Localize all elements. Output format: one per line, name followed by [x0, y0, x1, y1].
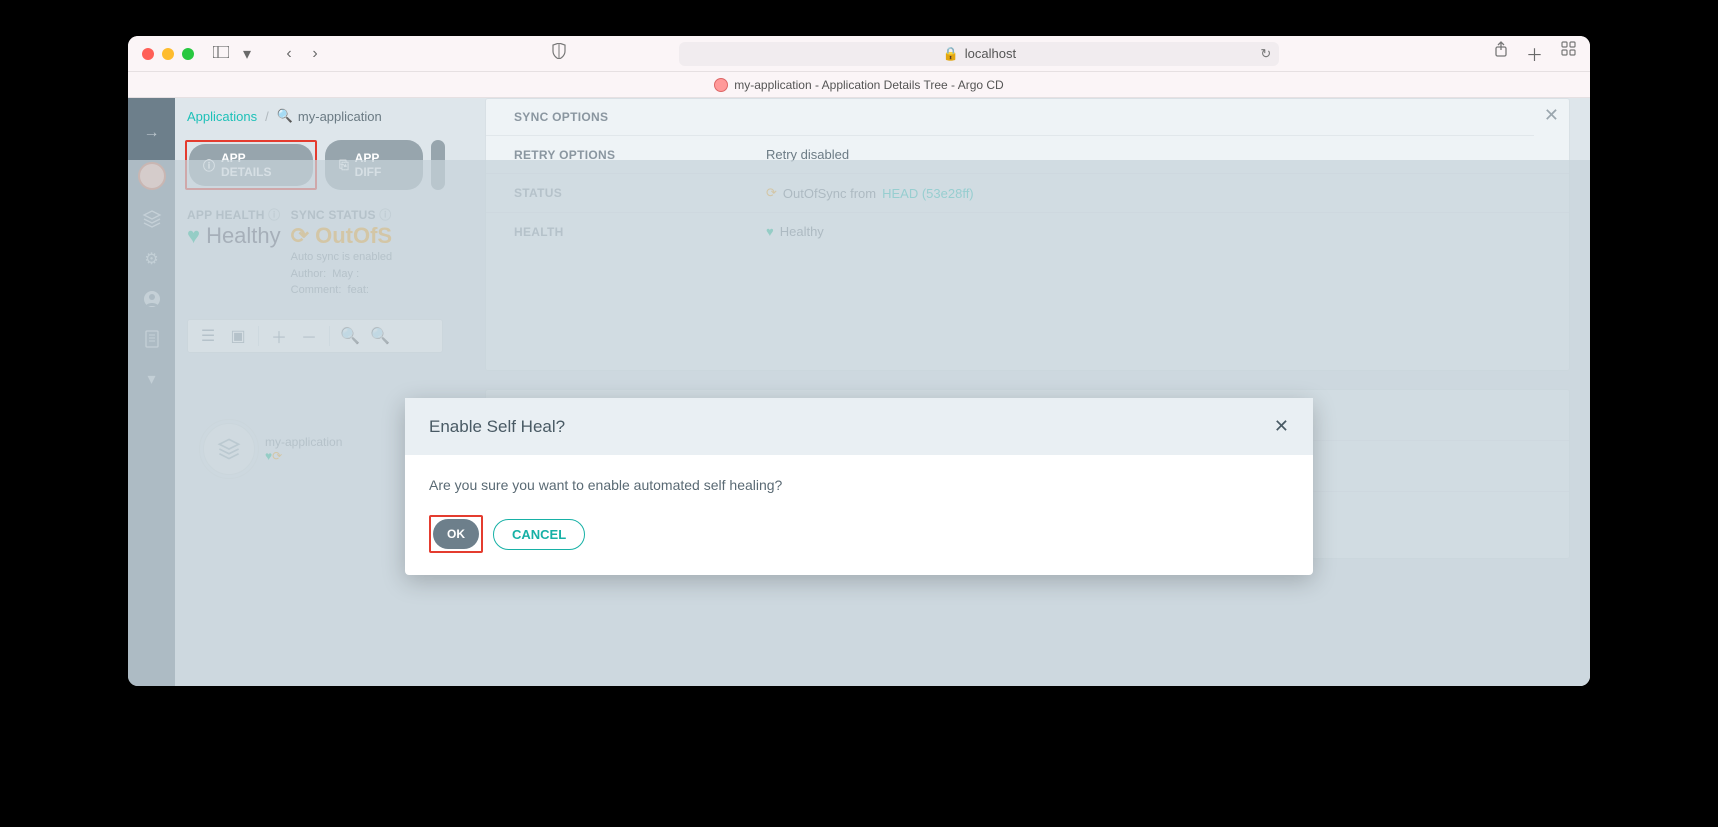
reload-icon[interactable]: ↻ — [1260, 46, 1271, 62]
breadcrumb-separator: / — [265, 109, 269, 124]
row-sync-options: SYNC OPTIONS — [486, 99, 1534, 136]
browser-window: ▾ ‹ › 🔒 localhost ↻ ＋ my-application - A… — [128, 36, 1590, 686]
modal-header: Enable Self Heal? ✕ — [405, 398, 1313, 455]
address-bar[interactable]: 🔒 localhost ↻ — [679, 42, 1279, 66]
address-text: localhost — [965, 46, 1016, 61]
close-panel-icon[interactable]: ✕ — [1534, 99, 1569, 132]
modal-close-icon[interactable]: ✕ — [1274, 416, 1289, 437]
modal-body: Are you sure you want to enable automate… — [405, 455, 1313, 515]
modal-actions: OK CANCEL — [405, 515, 1313, 575]
breadcrumb: Applications / 🔍 my-application — [175, 98, 455, 134]
app-root: → ⚙ ▾ Applications / 🔍 my-ap — [128, 98, 1590, 686]
nav-back-icon[interactable]: ‹ — [280, 45, 298, 63]
modal-cancel-button[interactable]: CANCEL — [493, 519, 585, 550]
tab-overview-icon[interactable] — [1561, 41, 1576, 66]
argo-favicon-icon — [714, 78, 728, 92]
shield-icon[interactable] — [550, 43, 568, 64]
chevron-down-icon[interactable]: ▾ — [238, 44, 256, 64]
sync-options-label: SYNC OPTIONS — [514, 110, 766, 124]
collapse-rail-icon[interactable]: → — [141, 122, 163, 144]
breadcrumb-current-label: my-application — [298, 109, 382, 124]
nav-forward-icon[interactable]: › — [306, 45, 324, 63]
share-icon[interactable] — [1494, 41, 1508, 66]
highlight-ok-button: OK — [429, 515, 483, 553]
search-icon: 🔍 — [277, 108, 293, 124]
sidebar-toggle-icon[interactable] — [212, 45, 230, 63]
traffic-lights — [142, 48, 194, 60]
close-window-icon[interactable] — [142, 48, 154, 60]
modal-ok-button[interactable]: OK — [433, 519, 479, 549]
tab-title: my-application - Application Details Tre… — [734, 78, 1003, 92]
breadcrumb-root[interactable]: Applications — [187, 109, 257, 124]
maximize-window-icon[interactable] — [182, 48, 194, 60]
minimize-window-icon[interactable] — [162, 48, 174, 60]
breadcrumb-current: 🔍 my-application — [277, 108, 382, 124]
confirm-modal: Enable Self Heal? ✕ Are you sure you wan… — [405, 398, 1313, 575]
new-tab-icon[interactable]: ＋ — [1526, 41, 1543, 66]
modal-title: Enable Self Heal? — [429, 417, 565, 437]
tab-title-bar: my-application - Application Details Tre… — [128, 72, 1590, 98]
lock-icon: 🔒 — [943, 46, 959, 62]
titlebar-right: ＋ — [1494, 41, 1576, 66]
mac-titlebar: ▾ ‹ › 🔒 localhost ↻ ＋ — [128, 36, 1590, 72]
